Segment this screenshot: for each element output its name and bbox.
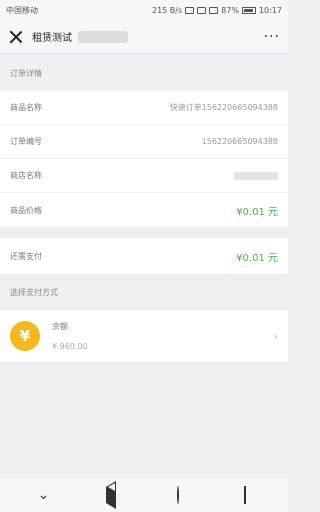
order-number-row: 订单编号 156220665094388 [0,125,288,159]
payment-method-name: 余额 [52,322,68,331]
recents-icon[interactable] [233,486,257,504]
order-number-label: 订单编号 [10,137,42,146]
title-redacted [78,30,128,43]
payment-section-title: 选择支付方式 [10,287,58,297]
due-card: 还需支付 ¥0.01 元 [0,238,288,274]
status-icons: 215 B/s 87% 10:17 [152,6,282,15]
payment-method-text: 余额 ¥ 960.00 [52,321,88,351]
order-section-title: 订单详情 [10,68,42,78]
net-speed: 215 B/s [151,5,183,15]
product-price-label: 商品价格 [10,205,42,215]
chevron-down-icon[interactable]: ⌄ [32,487,56,503]
product-name-label: 商品名称 [10,103,42,112]
signal-icon [209,6,219,14]
yen-coin-icon: ¥ [10,321,40,351]
page-title: 租赁测试 [32,33,72,44]
amount-due-value: ¥0.01 元 [236,252,278,264]
order-number-value: 156220665094388 [201,137,278,146]
store-name-label: 商店名称 [10,171,42,180]
back-icon[interactable] [99,481,123,509]
alarm-icon [197,6,207,14]
store-name-row: 商店名称 [0,159,288,193]
payment-section-header: 选择支付方式 [0,274,288,310]
battery-percent: 87% [221,5,239,15]
home-icon[interactable] [166,486,190,504]
status-bar: 中国移动 215 B/s 87% 10:17 [0,0,288,20]
product-name-value: 快速订单156220665094388 [169,103,278,112]
product-name-row: 商品名称 快速订单156220665094388 [0,91,288,125]
clock: 10:17 [258,5,282,15]
more-menu-icon[interactable]: ··· [264,29,280,45]
system-nav-bar: ⌄ [0,478,288,512]
payment-method-balance: ¥ 960.00 [52,342,88,351]
amount-due-label: 还需支付 [10,251,42,261]
order-card: 商品名称 快速订单156220665094388 订单编号 1562206650… [0,91,288,227]
chevron-right-icon: › [273,329,278,343]
title-bar: 租赁测试 ··· [0,20,288,54]
close-icon[interactable] [8,29,24,45]
payment-card: ¥ 余额 ¥ 960.00 › [0,310,288,362]
battery-icon [241,6,256,14]
product-price-row: 商品价格 ¥0.01 元 [0,193,288,227]
amount-due-row: 还需支付 ¥0.01 元 [0,238,288,274]
balance-payment-option[interactable]: ¥ 余额 ¥ 960.00 › [0,310,288,362]
product-price-value: ¥0.01 元 [236,206,278,218]
carrier-label: 中国移动 [6,5,38,15]
vibrate-icon [185,6,195,14]
store-name-redacted [234,171,278,180]
order-section-header: 订单详情 [0,55,288,91]
